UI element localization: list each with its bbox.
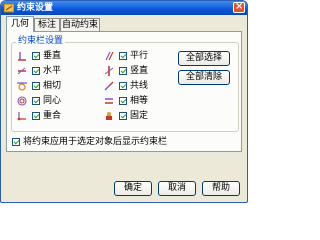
tab-panel: 约束栏设置 垂直 水平 相切 同心 重合 平行 竖直 共线 相等 固定 全部选择… [6,31,242,152]
perpendicular-checkbox[interactable] [32,52,40,60]
vertical-icon [104,66,114,76]
collinear-checkbox[interactable] [119,82,127,90]
app-icon [4,3,14,13]
horizontal-label: 水平 [43,66,62,76]
help-button[interactable]: 帮助 [202,181,240,196]
cancel-button[interactable]: 取消 [158,181,196,196]
coincident-icon [17,112,26,121]
parallel-label: 平行 [130,51,149,61]
fix-checkbox[interactable] [119,112,127,120]
show-constraint-bar-checkbox[interactable] [12,138,20,146]
select-all-button[interactable]: 全部选择 [178,51,230,66]
parallel-checkbox[interactable] [119,52,127,60]
collinear-icon [104,81,114,91]
horizontal-checkbox[interactable] [32,67,40,75]
perpendicular-icon [18,52,26,61]
concentric-icon [17,96,27,106]
clear-all-button[interactable]: 全部清除 [178,70,230,85]
concentric-checkbox[interactable] [32,97,40,105]
fix-icon [106,112,112,120]
group-title: 约束栏设置 [16,36,66,47]
tangent-checkbox[interactable] [32,82,40,90]
constraint-settings-dialog: 约束设置 × 几何 标注 自动约束 约束栏设置 垂直 水平 相切 同心 重合 平… [0,0,248,203]
tab-dimensional[interactable]: 标注 [34,18,60,31]
fix-label: 固定 [130,111,149,121]
perpendicular-label: 垂直 [43,51,62,61]
vertical-label: 竖直 [130,66,149,76]
equal-label: 相等 [130,96,149,106]
coincident-checkbox[interactable] [32,112,40,120]
parallel-icon [105,51,114,61]
title-bar: 约束设置 × [1,1,247,15]
tab-geometric[interactable]: 几何 [6,16,34,32]
close-button[interactable]: × [233,1,245,13]
show-constraint-bar-label: 将约束应用于选定对象后显示约束栏 [23,137,168,147]
concentric-label: 同心 [43,96,62,106]
coincident-label: 重合 [43,111,62,121]
tab-autoconstrain[interactable]: 自动约束 [60,18,100,31]
horizontal-icon [17,67,26,75]
collinear-label: 共线 [130,81,149,91]
window-title: 约束设置 [17,3,54,13]
close-icon: × [235,1,244,12]
equal-checkbox[interactable] [119,97,127,105]
ok-button[interactable]: 确定 [114,181,152,196]
equal-icon [105,98,113,104]
tangent-icon [17,82,27,91]
tangent-label: 相切 [43,81,62,91]
vertical-checkbox[interactable] [119,67,127,75]
